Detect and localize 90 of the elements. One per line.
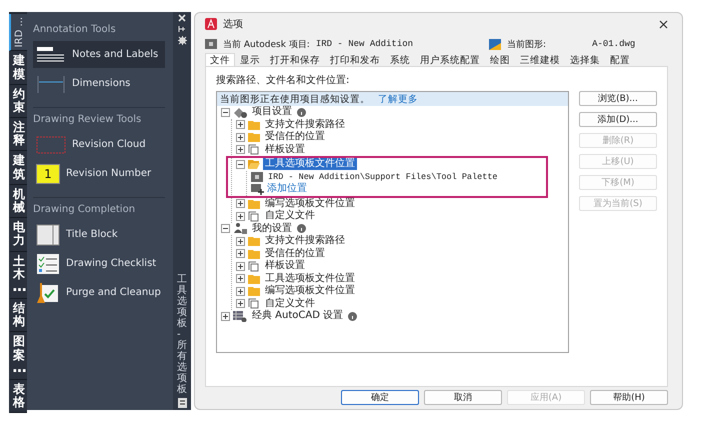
palette-tab[interactable]: 结构 [9,298,27,332]
tool-item[interactable]: Purge and Cleanup [33,279,165,306]
palette-tab[interactable]: IRD ... [9,14,27,52]
tool-item[interactable]: Revision Cloud [33,131,165,158]
dialog-button[interactable]: 取消 [424,390,502,405]
tree-item[interactable]: 自定义文件 [263,298,317,310]
drawing-label: 当前图形: [507,38,546,50]
project-label: 当前 Autodesk 项目: [223,38,310,50]
tree-item[interactable]: 编写选项板文件位置 [263,198,357,210]
dialog-title: 选项 [223,18,243,31]
palette-title: 工具选项板 - 所有选项板 [177,274,187,395]
tree-item[interactable]: 工具选项板文件位置 [263,272,357,285]
tool-item[interactable]: 1 Revision Number [33,160,165,187]
expand-icon[interactable] [236,120,245,130]
project-aware-notice: 当前图形正在使用项目感知设置。 [220,92,370,106]
tree-item[interactable]: 支持文件搜索路径 [263,118,347,131]
expand-icon[interactable] [236,299,245,308]
palette-tab[interactable]: 注释 [9,118,27,152]
side-button[interactable]: 添加(D)... [579,112,657,127]
palette-tab[interactable]: 约束 [9,84,27,118]
palette-tab[interactable]: 电力 [9,218,27,252]
pages-icon [248,298,260,310]
tree-item[interactable]: 样板设置 [263,144,307,156]
expand-icon[interactable] [236,236,245,246]
cloud-icon [36,134,66,154]
expand-icon[interactable] [221,312,230,321]
add-location-link[interactable]: 添加位置 [267,183,307,196]
palette-tab[interactable]: 建模 [9,51,27,85]
drawing-name: A-01.dwg [592,39,636,49]
tree-item[interactable]: 编写选项板文件位置 [263,285,357,298]
app-logo-icon [205,18,217,30]
dialog-button[interactable]: 确定 [341,390,419,405]
tree-item[interactable]: 经典 AutoCAD 设置 [250,310,346,322]
palette-tab[interactable]: 建筑 [9,151,27,185]
project-name: IRD - New Addition [316,39,414,49]
list-label: 搜索路径、文件名和文件位置: [216,74,350,87]
tree-item[interactable]: 工具选项板文件位置 [263,158,357,170]
pin-icon[interactable] [178,25,186,33]
expand-icon[interactable] [236,262,245,271]
side-button[interactable]: 浏览(B)... [579,91,657,106]
palette-tab[interactable]: 机械 [9,184,27,218]
tree-item[interactable]: 受信任的位置 [263,248,327,260]
grid-icon [233,310,247,322]
settings-icon[interactable] [178,36,186,45]
expand-icon[interactable] [236,199,245,208]
tool-item[interactable]: Title Block [33,221,165,248]
collapse-icon[interactable] [236,160,245,169]
properties-icon[interactable] [178,398,186,408]
dialog-tab[interactable]: 文件 [205,53,235,66]
tree-item[interactable]: 样板设置 [263,260,307,272]
expand-icon[interactable] [236,145,245,154]
close-icon[interactable] [178,14,186,22]
section-title: Drawing Completion [33,204,136,215]
project-icon [233,106,247,118]
expand-icon[interactable] [236,274,245,284]
expand-icon[interactable] [236,132,245,142]
add-folder-icon [251,184,264,195]
expand-icon[interactable] [236,249,245,258]
tool-item[interactable]: Dimensions [33,70,165,97]
checklist-icon [36,252,60,274]
pages-icon [248,210,260,222]
dimension-icon [36,74,66,94]
user-icon [233,223,247,234]
collapse-icon[interactable] [221,108,230,117]
project-icon [205,39,217,49]
tree-item[interactable]: 我的设置 [250,222,294,235]
tree-item[interactable]: 受信任的位置 [263,131,327,144]
tool-item[interactable]: Notes and Labels [33,41,165,68]
pages-icon [248,260,260,272]
palette-tab[interactable]: 表格 [9,380,27,414]
tree-item[interactable]: 自定义文件 [263,210,317,222]
palette-tab[interactable]: 图案... [9,332,27,380]
drawing-icon [489,38,502,50]
expand-icon[interactable] [236,286,245,296]
purge-icon [36,282,60,304]
expand-icon[interactable] [236,212,245,221]
pages-icon [248,144,260,156]
collapse-icon[interactable] [221,224,230,234]
dialog-button[interactable]: 帮助(H) [590,390,668,405]
titleblock-icon [36,224,60,246]
notes-icon [36,44,66,64]
tree-item[interactable]: 项目设置 [250,106,294,118]
tree-item[interactable]: 支持文件搜索路径 [263,235,347,248]
tool-item[interactable]: Drawing Checklist [33,250,165,277]
section-title: Annotation Tools [33,24,117,35]
learn-more-link[interactable]: 了解更多 [378,92,418,106]
palette-tab[interactable]: 土木... [9,252,27,299]
revision-number-icon: 1 [36,164,60,184]
section-title: Drawing Review Tools [33,114,142,125]
path-item[interactable]: IRD - New Addition\Support Files\Tool Palette [266,170,500,183]
